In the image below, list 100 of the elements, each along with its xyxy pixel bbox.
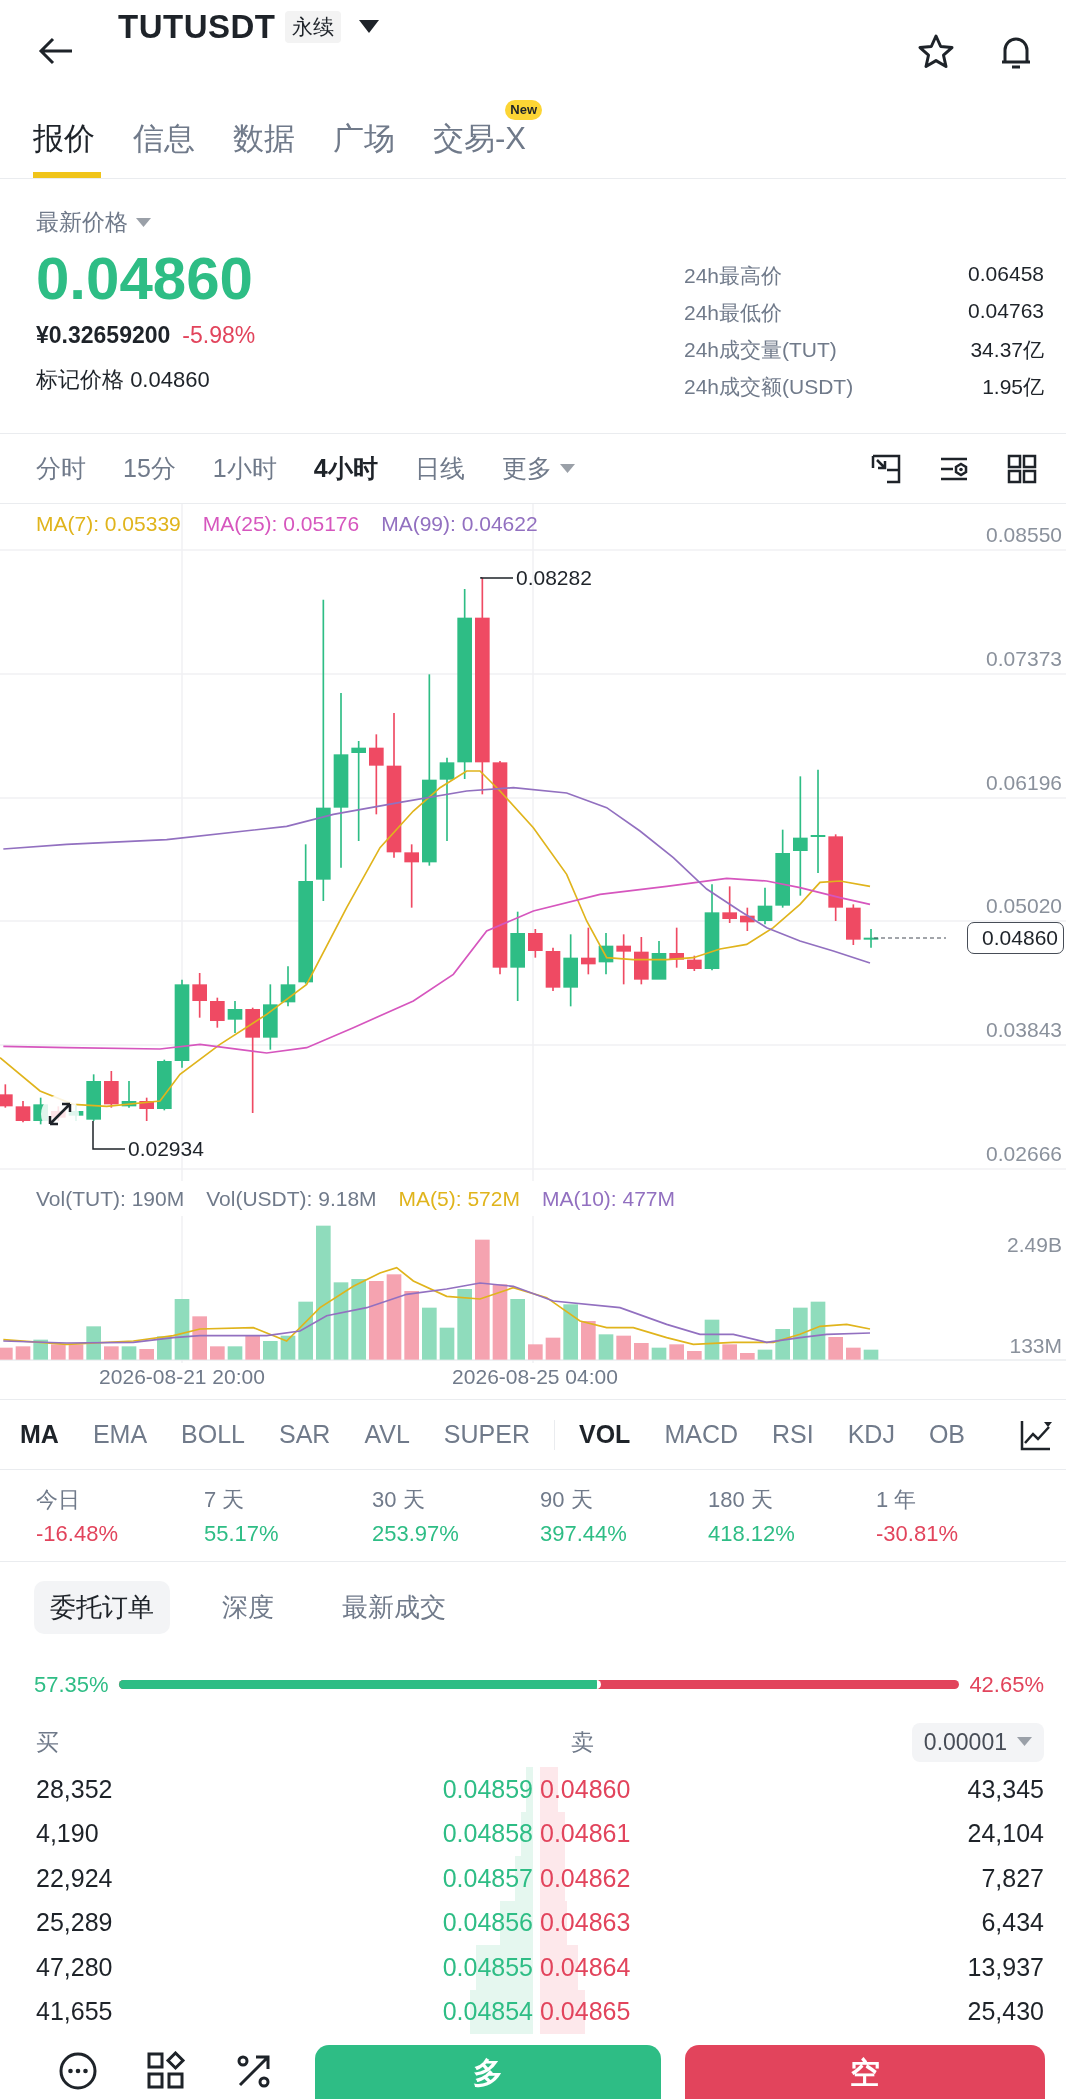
leader-line [92,1120,126,1150]
candlestick [528,928,543,959]
indicator-tab[interactable]: VOL [578,1420,631,1449]
indicator-tab[interactable]: AVL [364,1420,410,1449]
candlestick [404,843,419,909]
nav-tab[interactable]: 数据 [233,122,301,178]
candlestick [210,996,225,1029]
more-icon[interactable] [58,2051,98,2091]
bid-price: 0.04856 [442,1900,533,1945]
candlestick [104,1070,119,1109]
candlestick [616,933,631,986]
long-button[interactable]: 多 [315,2045,661,2099]
candlestick [863,928,879,949]
time-axis-label: 2026-08-25 04:00 [452,1365,618,1389]
price-type-label: 最新价格 [36,208,128,237]
interval-tab[interactable]: 4小时 [313,452,378,485]
nav-tab[interactable]: 交易-X [433,122,532,178]
candlestick [86,1073,101,1122]
stat-value: 34.37亿 [970,337,1044,363]
volume-bar [457,1289,472,1360]
sell-column-header: 卖 [571,1727,594,1757]
volume-bar [581,1321,596,1360]
precision-dropdown[interactable]: 0.00001 [911,1722,1044,1762]
buy-ratio: 57.35% [34,1671,109,1698]
volume-bar [722,1344,737,1360]
volume-bar [280,1335,296,1360]
indicator-tab[interactable]: SAR [279,1420,331,1449]
short-button[interactable]: 空 [685,2045,1045,2099]
caret-icon [1017,1737,1032,1747]
interval-tab[interactable]: 分时 [36,452,86,485]
indicator-tab[interactable]: MA [20,1420,59,1449]
low-price-label: 0.02934 [128,1137,204,1160]
moving-average-legend: MA(99): 0.04622 [381,512,538,536]
period-change: 55.17% [204,1520,280,1547]
indicator-tab[interactable]: RSI [772,1420,814,1449]
volume-bar [828,1337,843,1360]
ask-price: 0.04865 [540,1989,631,2034]
volume-bar [757,1349,773,1360]
indicator-tab[interactable]: SUPER [443,1420,530,1449]
bid-amount: 22,924 [36,1863,113,1893]
ask-amount: 6,434 [981,1908,1044,1938]
volume-bar [174,1299,190,1360]
period-change: -16.48% [36,1520,119,1547]
time-axis-label: 2026-08-21 20:00 [99,1365,265,1389]
indicator-tab[interactable]: OB [928,1420,966,1449]
volume-bar [704,1319,720,1360]
grid-icon[interactable] [1006,452,1038,485]
volume-bar [210,1346,225,1360]
volume-bar [104,1346,119,1360]
order-book-tab[interactable]: 最新成交 [326,1580,462,1634]
last-price: 0.04860 [36,244,254,314]
ask-amount: 24,104 [967,1819,1044,1849]
bid-amount: 41,655 [36,1997,113,2027]
buy-column-header: 买 [36,1727,59,1757]
candlestick [121,1080,137,1109]
price-axis-label: 0.02666 [986,1142,1062,1165]
candlestick [192,972,207,1019]
back-arrow-icon[interactable] [38,36,74,66]
interval-tab[interactable]: 更多 [501,452,575,485]
interval-tab[interactable]: 日线 [414,452,465,485]
nav-tab[interactable]: 广场 [333,122,401,178]
price-axis-label: 0.03843 [986,1018,1062,1041]
ask-price: 0.04864 [540,1945,631,1990]
indicator-tab[interactable]: BOLL [181,1420,245,1449]
caret-icon[interactable] [359,20,380,34]
volume-axis-label: 2.49B [1007,1233,1062,1256]
period-label: 30 天 [372,1485,426,1514]
nav-tab[interactable]: 信息 [133,122,201,178]
volume-bar [846,1347,861,1360]
interval-tab[interactable]: 15分 [123,452,176,485]
indicator-tab[interactable]: EMA [92,1420,148,1449]
stat-label: 24h最高价 [684,263,783,289]
volume-bar [298,1301,313,1360]
ask-amount: 13,937 [967,1952,1044,1982]
volume-bar [51,1344,66,1360]
bid-price: 0.04854 [442,1989,533,2034]
order-book-tab[interactable]: 委托订单 [34,1580,170,1634]
bid-price: 0.04859 [442,1767,533,1812]
nav-tab[interactable]: 报价 [33,122,101,178]
bid-amount: 47,280 [36,1952,113,1982]
fullscreen-icon[interactable] [870,452,902,485]
high-price-label: 0.08282 [516,566,592,589]
volume-bar [669,1344,684,1360]
indicator-tab[interactable]: MACD [664,1420,738,1449]
volume-bar [15,1346,31,1360]
interval-tab[interactable]: 1小时 [212,452,277,485]
bid-amount: 28,352 [36,1774,113,1804]
order-book-tab[interactable]: 深度 [206,1580,290,1634]
volume-bar [793,1307,808,1360]
stat-label: 24h成交额(USDT) [684,374,854,400]
volume-bar [404,1291,419,1360]
period-label: 7 天 [204,1485,246,1514]
stat-value: 0.04763 [968,299,1044,324]
bid-amount: 25,289 [36,1908,113,1938]
apps-icon[interactable] [146,2051,186,2091]
candlestick [757,886,773,926]
mark-price-label: 标记价格 [36,367,124,392]
indicator-tab[interactable]: KDJ [847,1420,895,1449]
period-change: 397.44% [540,1520,628,1547]
price-change: -5.98% [182,322,256,349]
